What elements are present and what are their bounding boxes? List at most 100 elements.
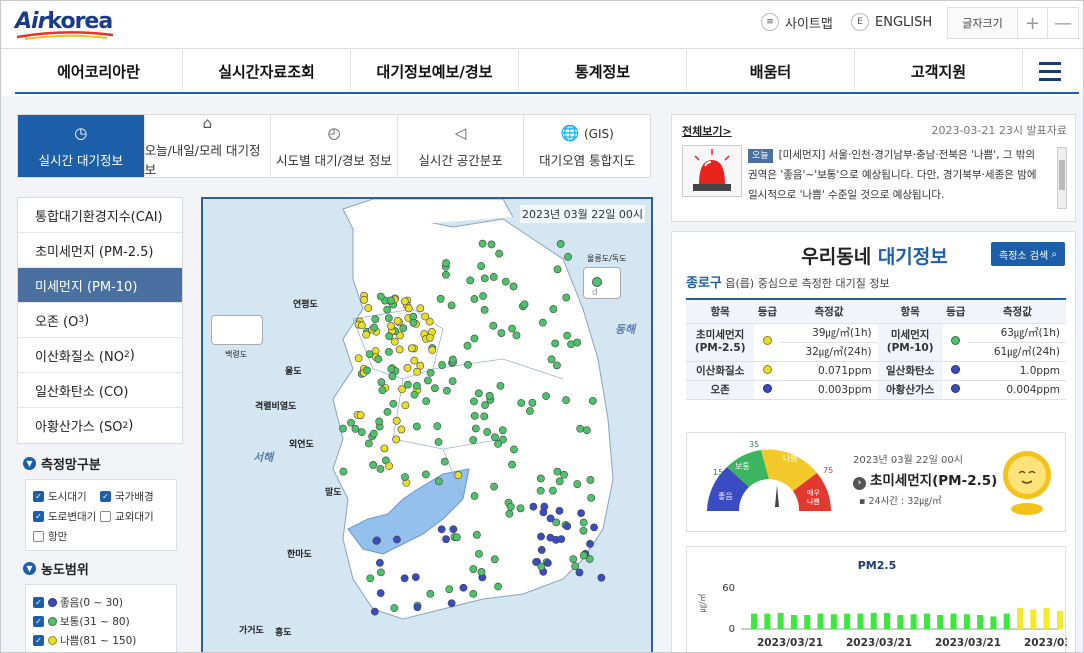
news-scrollbar[interactable]: [1057, 147, 1067, 209]
station-dot[interactable]: [470, 411, 479, 420]
station-dot[interactable]: [466, 276, 475, 285]
sitemap-link[interactable]: ≡ 사이트맵: [761, 9, 833, 35]
station-dot[interactable]: [512, 331, 521, 340]
airkorea-logo[interactable]: Airkorea: [15, 7, 115, 43]
station-dot[interactable]: [553, 467, 562, 476]
station-dot[interactable]: [509, 282, 518, 291]
font-decrease-button[interactable]: —: [1048, 8, 1078, 38]
station-dot[interactable]: [508, 460, 516, 469]
station-dot[interactable]: [428, 346, 437, 354]
station-dot[interactable]: [360, 295, 369, 304]
menu-pm10[interactable]: 미세먼지 (PM-10): [18, 268, 182, 303]
station-dot[interactable]: [508, 324, 516, 333]
station-dot[interactable]: [390, 337, 399, 346]
tab-forecast[interactable]: ⌂ 오늘/내일/모레 대기정보: [145, 114, 272, 177]
station-dot[interactable]: [370, 323, 379, 332]
station-map[interactable]: 2023년 03월 22일 00시 d 울릉도/독도 연평도 백령도 울도 격렬…: [201, 197, 653, 652]
station-dot[interactable]: [547, 355, 556, 364]
station-dot[interactable]: [384, 314, 393, 323]
station-dot[interactable]: [383, 305, 392, 314]
nav-about[interactable]: 에어코리아란: [15, 50, 183, 92]
station-dot[interactable]: [434, 477, 443, 486]
station-dot[interactable]: [392, 435, 401, 444]
station-search-button[interactable]: 측정소 검색 ⌕: [991, 242, 1065, 266]
station-dot[interactable]: [497, 329, 506, 337]
station-dot[interactable]: [496, 381, 505, 390]
tab-realtime[interactable]: ◷ 실시간 대기정보: [18, 115, 145, 177]
station-dot[interactable]: [485, 391, 494, 400]
station-dot[interactable]: [434, 438, 443, 446]
station-dot[interactable]: [555, 506, 564, 515]
station-dot[interactable]: [442, 386, 451, 395]
station-dot[interactable]: [579, 518, 588, 527]
station-dot[interactable]: [563, 331, 572, 340]
station-dot[interactable]: [483, 428, 492, 436]
station-dot[interactable]: [364, 439, 373, 448]
station-dot[interactable]: [459, 583, 468, 592]
hamburger-menu-icon[interactable]: [1023, 50, 1077, 92]
station-dot[interactable]: [389, 399, 398, 408]
station-dot[interactable]: [426, 590, 435, 598]
station-dot[interactable]: [510, 445, 518, 454]
station-dot[interactable]: [494, 439, 502, 448]
station-dot[interactable]: [480, 306, 489, 314]
station-dot[interactable]: [436, 294, 445, 303]
station-dot[interactable]: [376, 589, 385, 598]
station-dot[interactable]: [536, 474, 545, 483]
station-dot[interactable]: [388, 372, 397, 381]
font-increase-button[interactable]: +: [1018, 8, 1048, 38]
range-bad[interactable]: ✓ 나쁨(81 ~ 150): [33, 633, 136, 648]
station-dot[interactable]: [363, 366, 371, 375]
station-dot[interactable]: [470, 397, 478, 406]
station-dot[interactable]: [520, 300, 529, 309]
station-dot[interactable]: [448, 355, 457, 364]
station-dot[interactable]: [371, 315, 380, 324]
station-dot[interactable]: [577, 509, 586, 518]
tab-sido[interactable]: ◴ 시도별 대기/경보 정보: [271, 115, 398, 177]
station-dot[interactable]: [475, 549, 483, 558]
station-dot[interactable]: [448, 377, 457, 386]
nav-forecast[interactable]: 대기정보예보/경보: [351, 50, 519, 92]
menu-no2[interactable]: 이산화질소 (NO 2): [18, 338, 182, 373]
station-dot[interactable]: [560, 470, 568, 479]
nav-statistics[interactable]: 통계정보: [519, 50, 687, 92]
station-dot[interactable]: [397, 425, 406, 434]
station-dot[interactable]: [403, 364, 412, 372]
station-dot[interactable]: [374, 355, 383, 364]
station-dot[interactable]: [498, 426, 507, 435]
station-dot[interactable]: [365, 350, 374, 359]
station-dot[interactable]: [477, 262, 486, 270]
view-all-link[interactable]: 전체보기>: [682, 123, 732, 139]
station-dot[interactable]: [395, 345, 404, 354]
station-dot[interactable]: [491, 433, 499, 442]
station-dot[interactable]: [553, 361, 561, 370]
station-dot[interactable]: [393, 316, 402, 325]
station-dot[interactable]: [401, 401, 410, 410]
station-dot[interactable]: [404, 304, 413, 313]
station-dot[interactable]: [416, 304, 425, 313]
station-dot[interactable]: [549, 305, 558, 313]
station-dot[interactable]: [472, 530, 481, 539]
station-dot[interactable]: [351, 424, 360, 433]
checkbox[interactable]: ✓: [100, 491, 111, 502]
station-dot[interactable]: [437, 525, 446, 534]
station-dot[interactable]: [412, 382, 421, 390]
station-dot[interactable]: [421, 312, 430, 321]
station-dot[interactable]: [516, 504, 525, 513]
range-normal[interactable]: ✓ 보통(31 ~ 80): [33, 614, 130, 629]
station-dot[interactable]: [538, 318, 547, 327]
station-dot[interactable]: [490, 482, 498, 491]
station-dot[interactable]: [410, 390, 419, 399]
check-suburban[interactable]: 교외대기: [100, 509, 154, 524]
station-dot[interactable]: [449, 525, 458, 534]
station-dot[interactable]: [426, 333, 434, 342]
station-dot[interactable]: [369, 429, 378, 438]
check-national[interactable]: ✓ 국가배경: [100, 489, 154, 504]
station-dot[interactable]: [543, 559, 552, 567]
station-dot[interactable]: [469, 436, 478, 444]
station-dot[interactable]: [546, 514, 555, 523]
station-dot[interactable]: [525, 407, 534, 415]
station-dot[interactable]: [562, 293, 571, 302]
checkbox[interactable]: [100, 511, 111, 522]
station-dot[interactable]: [469, 565, 478, 573]
